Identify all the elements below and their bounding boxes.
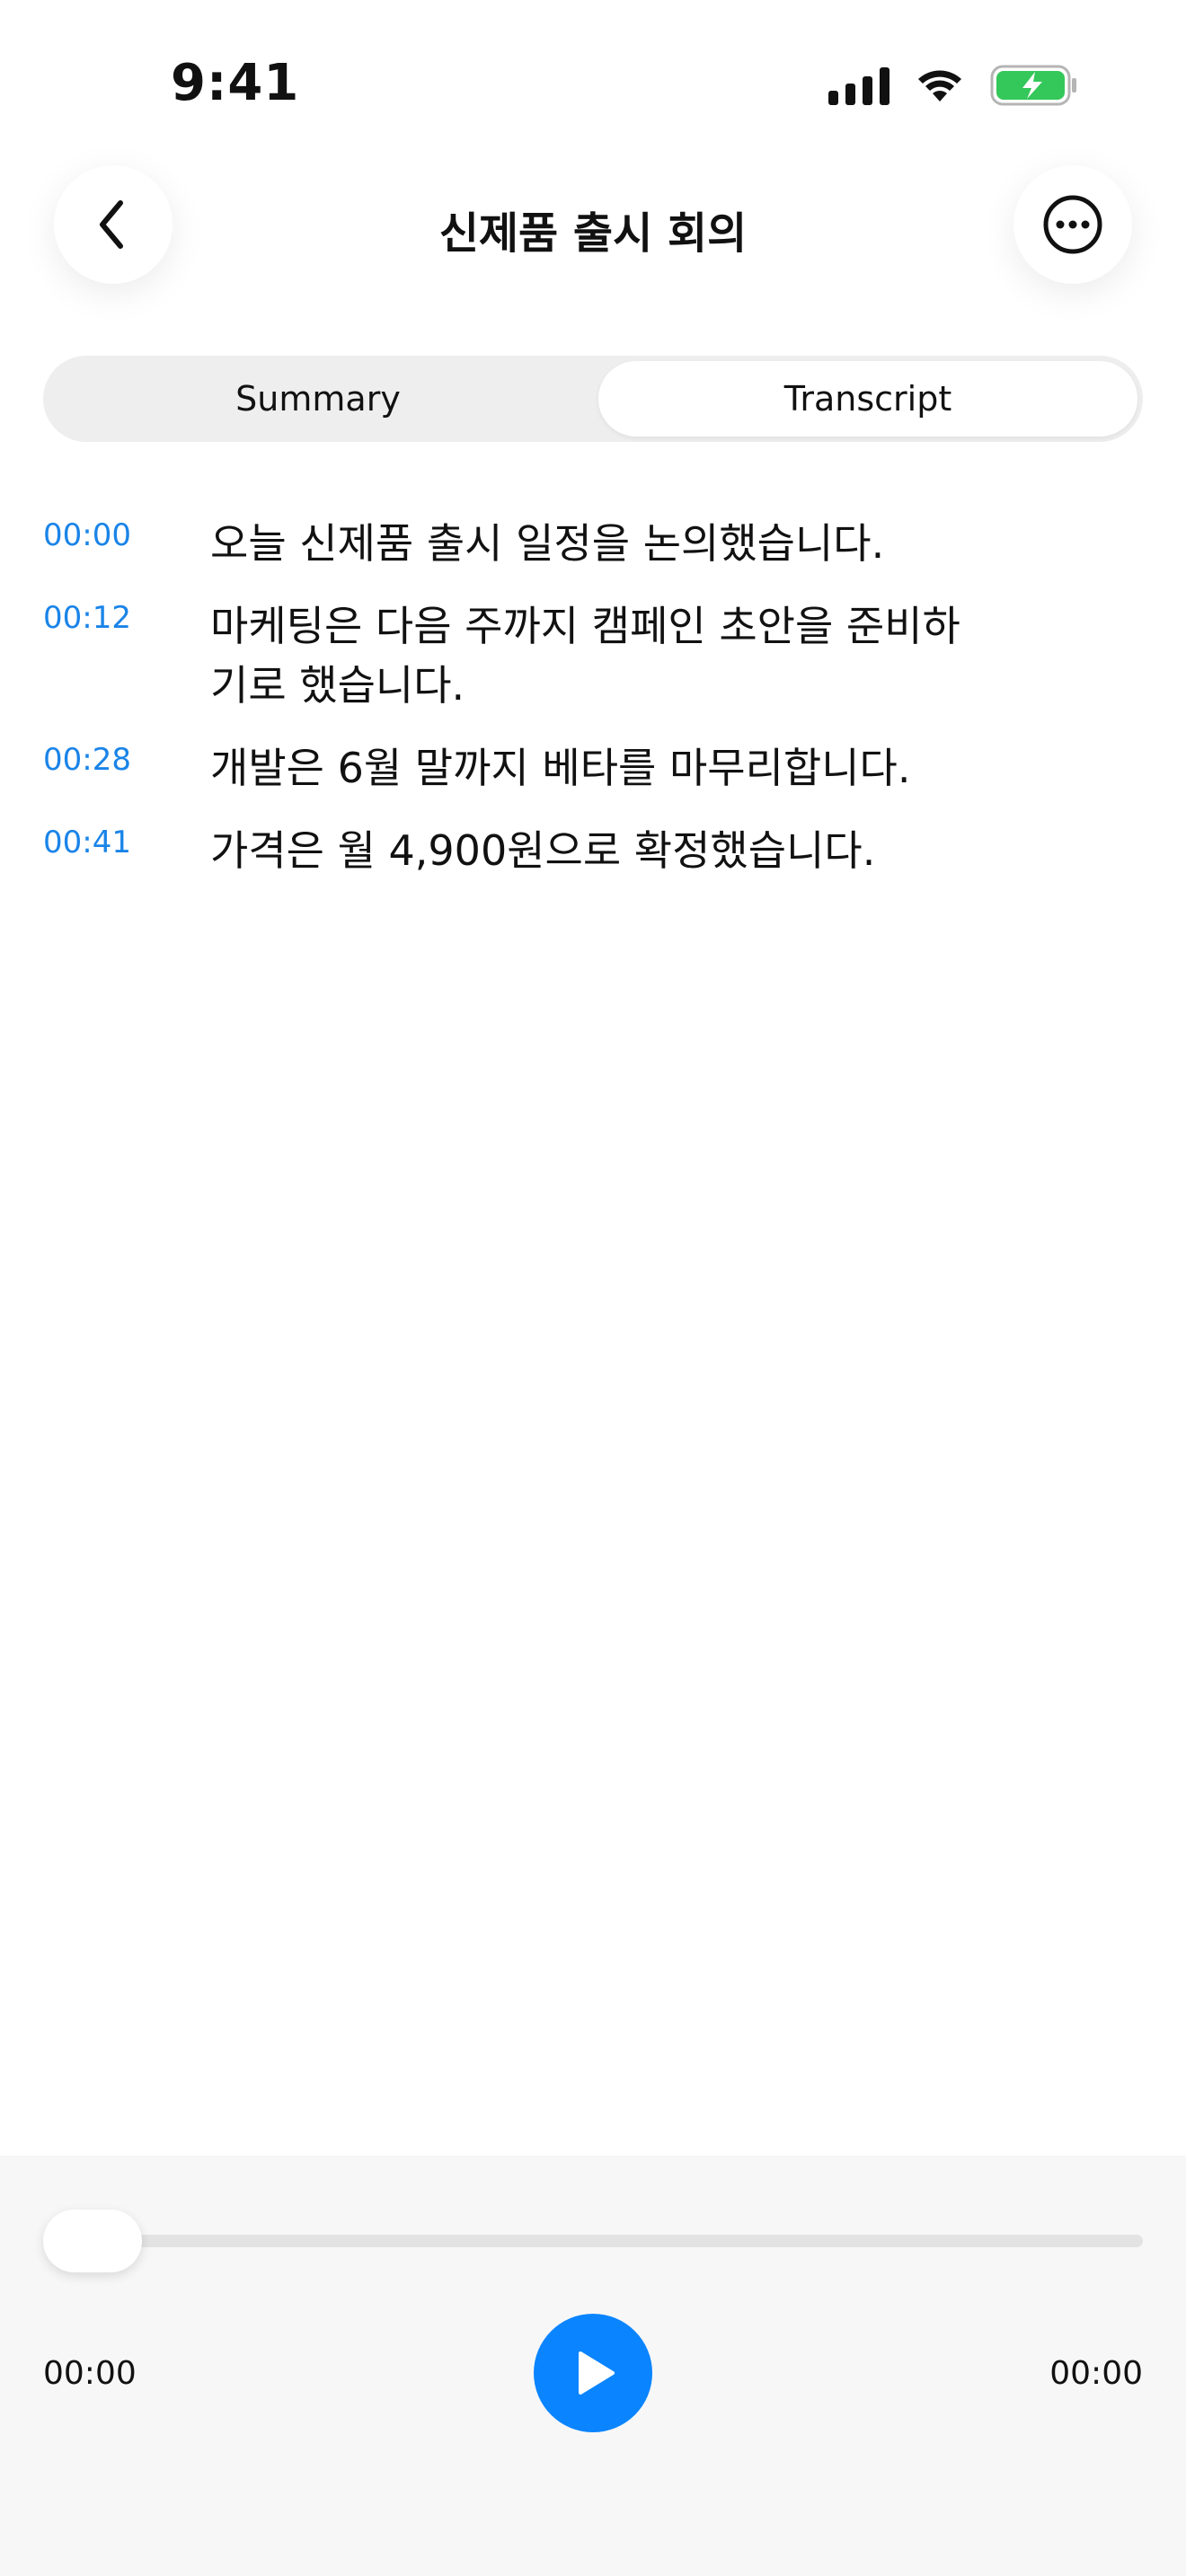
ellipsis-circle-icon (1043, 195, 1102, 254)
signal-icon (828, 66, 890, 105)
transcript-timestamp[interactable]: 00:41 (43, 814, 210, 871)
duration-time: 00:00 (1049, 2355, 1143, 2392)
progress-track[interactable] (43, 2235, 1143, 2247)
progress-thumb[interactable] (43, 2210, 142, 2272)
current-time: 00:00 (43, 2355, 137, 2392)
transcript-timestamp[interactable]: 00:00 (43, 507, 210, 564)
transcript-timestamp[interactable]: 00:12 (43, 589, 210, 647)
status-bar: 9:41 (0, 0, 1186, 162)
header: 신제품 출시 회의 (0, 162, 1186, 287)
transcript-text: 마케팅은 다음 주까지 캠페인 초안을 준비하기로 했습니다. (210, 602, 960, 710)
transcript-row[interactable]: 00:00 오늘 신제품 출시 일정을 논의했습니다. (43, 514, 1139, 573)
segmented-control: Summary Transcript (43, 356, 1143, 442)
transcript-row[interactable]: 00:28 개발은 6월 말까지 베타를 마무리합니다. (43, 738, 1139, 798)
transcript-text: 오늘 신제품 출시 일정을 논의했습니다. (210, 519, 885, 568)
status-time: 9:41 (171, 54, 300, 112)
wifi-icon (918, 70, 961, 101)
more-button[interactable] (1013, 165, 1132, 284)
transcript-row[interactable]: 00:41 가격은 월 4,900원으로 확정했습니다. (43, 821, 1139, 880)
transcript-list: 00:00 오늘 신제품 출시 일정을 논의했습니다. 00:12 마케팅은 다… (43, 514, 1139, 904)
tab-transcript[interactable]: Transcript (598, 361, 1137, 437)
transcript-row[interactable]: 00:12 마케팅은 다음 주까지 캠페인 초안을 준비하기로 했습니다. (43, 596, 1139, 715)
transcript-timestamp[interactable]: 00:28 (43, 731, 210, 789)
page-title: 신제품 출시 회의 (438, 208, 748, 259)
transcript-text: 가격은 월 4,900원으로 확정했습니다. (210, 826, 876, 875)
transcript-text: 개발은 6월 말까지 베타를 마무리합니다. (210, 744, 911, 792)
play-button[interactable] (534, 2314, 652, 2432)
status-icons (828, 65, 1078, 106)
tab-summary[interactable]: Summary (49, 361, 588, 437)
audio-player: 00:00 00:00 (0, 2156, 1186, 2576)
battery-charging-icon (990, 65, 1076, 106)
play-icon (579, 2351, 615, 2395)
